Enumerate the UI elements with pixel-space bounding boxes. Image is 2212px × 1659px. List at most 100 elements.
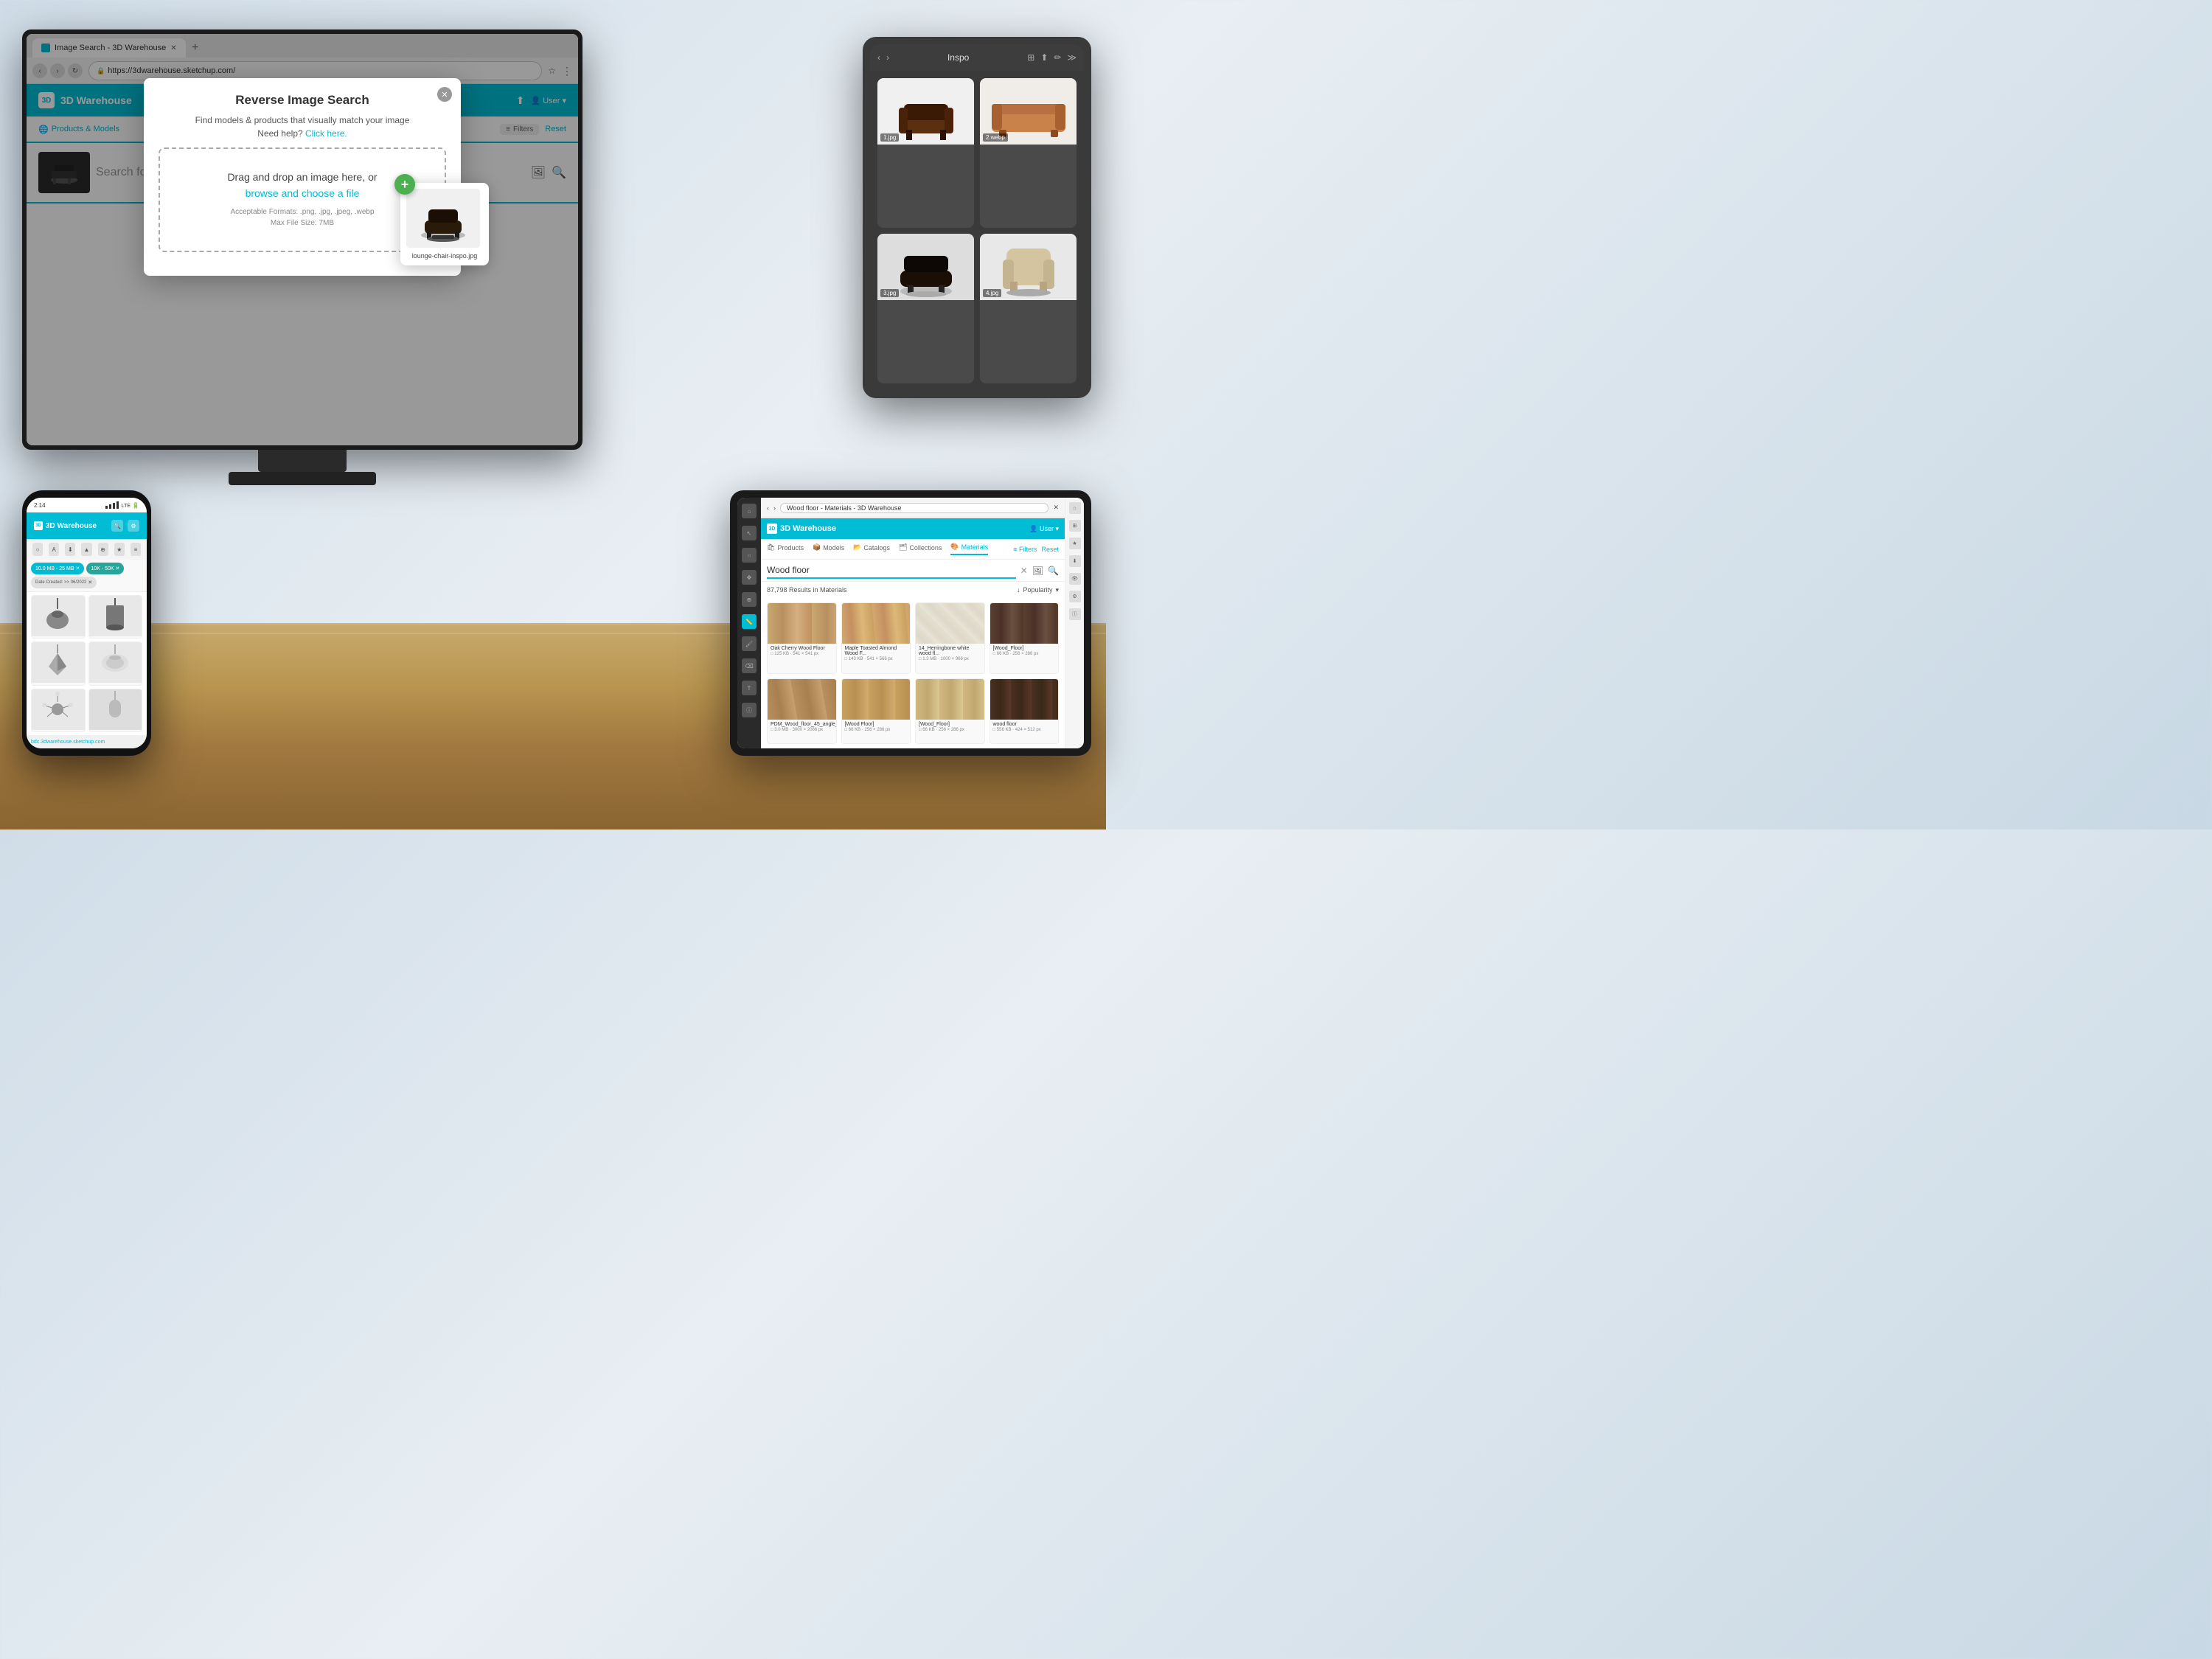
tab-products[interactable]: 🛍Products (767, 543, 804, 554)
phone-card-4[interactable]: Ceiling lamp □ 1.4 MB👁 1,889 🔒 creations (88, 641, 143, 685)
sidebar-orbit-icon[interactable]: ○ (742, 548, 757, 563)
chip-polys-close[interactable]: ✕ (116, 566, 120, 571)
material-card-2[interactable]: Maple Toasted Almond Wood F... □ 143 KB … (841, 602, 911, 674)
panel-pencil-btn[interactable]: ✏ (1054, 52, 1061, 63)
rt-eye-icon[interactable]: 👁 (1069, 573, 1081, 585)
phone-card-2[interactable]: Industrial lamp □ 188 KB👁 1,110 🔒 creati… (88, 595, 143, 639)
panel-title: Inspo (895, 52, 1021, 63)
drop-zone[interactable]: Drag and drop an image here, or browse a… (159, 147, 446, 252)
chip-date-close[interactable]: ✕ (88, 580, 92, 585)
material-card-4[interactable]: [Wood_Floor] □ 66 KB · 256 × 286 px (990, 602, 1060, 674)
chip-date[interactable]: Date Created: >> 06/2022 ✕ (31, 577, 97, 588)
sofa-img (988, 82, 1069, 141)
tab-models[interactable]: 📦Models (813, 543, 844, 554)
material-card-1[interactable]: Oak Cherry Wood Floor □ 125 KB · 541 × 5… (767, 602, 837, 674)
phone-card-1[interactable]: Modern pendant lamp □ 388 KB👁 6,401 ∞ mo… (31, 595, 86, 639)
sputnik-lamp-img (41, 691, 74, 728)
modal-close-btn[interactable]: ✕ (437, 87, 452, 102)
phone-tool-1[interactable]: ○ (32, 543, 43, 556)
chip-polys[interactable]: 10K - 50K ✕ (86, 563, 124, 574)
phone-settings-btn[interactable]: ⚙ (128, 520, 139, 532)
phone-card-info-2: Industrial lamp □ 188 KB👁 1,110 🔒 creati… (89, 636, 142, 639)
phone-tool-5[interactable]: ⊕ (98, 543, 108, 556)
sidebar-info-icon[interactable]: ⓘ (742, 703, 757, 717)
rt-star-icon[interactable]: ★ (1069, 538, 1081, 549)
material-name-7: [Wood_Floor] (919, 722, 981, 727)
material-name-1: Oak Cherry Wood Floor (771, 646, 833, 651)
phone-tool-4[interactable]: ▲ (81, 543, 91, 556)
panel-item-4[interactable]: 4.jpg (980, 234, 1077, 383)
tablet-image-search-icon[interactable]: 🖼 (1032, 566, 1043, 576)
sidebar-zoom-icon[interactable]: ⊕ (742, 592, 757, 607)
tablet-close-btn[interactable]: ✕ (1053, 504, 1059, 512)
sidebar-measure-icon[interactable]: 📏 (742, 614, 757, 629)
tablet-logo: 3D 3D Warehouse (767, 524, 836, 534)
tab-catalogs[interactable]: 📂Catalogs (853, 543, 890, 554)
material-card-6[interactable]: [Wood Floor] □ 66 KB · 256 × 286 px (841, 678, 911, 745)
material-card-8[interactable]: wood floor □ 556 KB · 424 × 512 px (990, 678, 1060, 745)
phone-list-btn[interactable]: ≡ (131, 543, 141, 556)
monitor-stand (258, 450, 347, 472)
tablet-back-btn[interactable]: ‹ (767, 504, 769, 512)
tablet-reset-btn[interactable]: Reset (1041, 546, 1059, 553)
tablet-sidebar: ⌂ ↖ ○ ✥ ⊕ 📏 🖌 ⌫ T ⓘ (737, 498, 761, 748)
material-info-8: wood floor □ 556 KB · 424 × 512 px (990, 720, 1059, 734)
phone-card-3[interactable]: FACETED PENDANT LAMP □ 1.8 MB👁 20,341 ∞ … (31, 641, 86, 685)
sidebar-eraser-icon[interactable]: ⌫ (742, 658, 757, 673)
rt-settings-icon[interactable]: ⚙ (1069, 591, 1081, 602)
reverse-image-search-modal: ✕ Reverse Image Search Find models & pro… (144, 84, 461, 276)
sidebar-home-icon[interactable]: ⌂ (742, 504, 757, 518)
sort-chevron[interactable]: ▾ (1055, 586, 1059, 594)
material-name-8: wood floor (993, 722, 1056, 727)
phone-header: 3D 3D Warehouse 🔍 ⚙ (27, 512, 147, 539)
material-card-7[interactable]: [Wood_Floor] □ 66 KB · 256 × 286 px (915, 678, 985, 745)
rt-home-icon[interactable]: ⌂ (1069, 502, 1081, 514)
phone-tool-6[interactable]: ★ (114, 543, 125, 556)
tab-materials[interactable]: 🎨Materials (950, 543, 988, 555)
panel-back-btn[interactable]: ‹ (877, 52, 880, 63)
material-info-1: Oak Cherry Wood Floor □ 125 KB · 541 × 5… (768, 644, 836, 658)
tablet-search-icon[interactable]: 🔍 (1048, 566, 1059, 576)
sidebar-cursor-icon[interactable]: ↖ (742, 526, 757, 540)
phone-card-img-3 (32, 642, 85, 683)
lounge-img (995, 234, 1062, 300)
panel-grid-btn[interactable]: ⊞ (1027, 52, 1034, 63)
tablet-search-clear-btn[interactable]: ✕ (1020, 566, 1028, 576)
phone-card-5[interactable]: Sputnik lamp ∞ models (31, 689, 86, 732)
panel-forward-btn[interactable]: › (886, 52, 889, 63)
panel-item-1[interactable]: 1.jpg (877, 78, 974, 228)
phone-tool-2[interactable]: A (49, 543, 59, 556)
panel-more-btn[interactable]: ≫ (1067, 52, 1077, 63)
tablet-logo-icon: 3D (767, 524, 777, 534)
tablet-filters-btn[interactable]: ≡ Filters (1013, 546, 1037, 553)
tablet-search-input[interactable] (767, 563, 1016, 579)
material-img-1 (768, 603, 836, 644)
material-meta-1: □ 125 KB · 541 × 541 px (771, 652, 833, 656)
panel-share-btn[interactable]: ⬆ (1040, 52, 1048, 63)
chip-size-close[interactable]: ✕ (76, 566, 80, 571)
phone-tool-3[interactable]: ⬇ (65, 543, 75, 556)
sidebar-pan-icon[interactable]: ✥ (742, 570, 757, 585)
rt-download-icon[interactable]: ⬇ (1069, 555, 1081, 567)
material-meta-6: □ 66 KB · 256 × 286 px (845, 728, 908, 732)
material-card-5[interactable]: PDM_Wood_floor_45_angle_Oak □ 3.0 MB · 3… (767, 678, 837, 745)
tab-collections[interactable]: 🗂Collections (899, 543, 942, 554)
panel-item-2[interactable]: 2.webp (980, 78, 1077, 228)
chip-size[interactable]: 10.0 MB - 25 MB ✕ (31, 563, 84, 574)
rt-grid-icon[interactable]: ⊞ (1069, 520, 1081, 532)
material-name-6: [Wood Floor] (845, 722, 908, 727)
tablet-user-btn[interactable]: 👤 User ▾ (1029, 525, 1059, 533)
panel-item-3[interactable]: 3.jpg (877, 234, 974, 383)
help-link[interactable]: Click here. (305, 128, 347, 139)
sidebar-paint-icon[interactable]: 🖌 (742, 636, 757, 651)
tablet-url-bar[interactable]: Wood floor - Materials - 3D Warehouse (780, 503, 1048, 513)
sidebar-text-icon[interactable]: T (742, 681, 757, 695)
right-panel: ‹ › Inspo ⊞ ⬆ ✏ ≫ 1.j (863, 37, 1091, 398)
rt-info-icon[interactable]: ⓘ (1069, 608, 1081, 620)
phone-search-btn[interactable]: 🔍 (111, 520, 123, 532)
phone-card-6[interactable]: Lamp (88, 689, 143, 732)
tablet-forward-btn[interactable]: › (773, 504, 776, 512)
phone-card-info-6: Lamp (89, 730, 142, 732)
material-card-3[interactable]: 14_Herringbone white wood fl... □ 1.3 MB… (915, 602, 985, 674)
browse-link[interactable]: browse and choose a file (246, 187, 360, 199)
